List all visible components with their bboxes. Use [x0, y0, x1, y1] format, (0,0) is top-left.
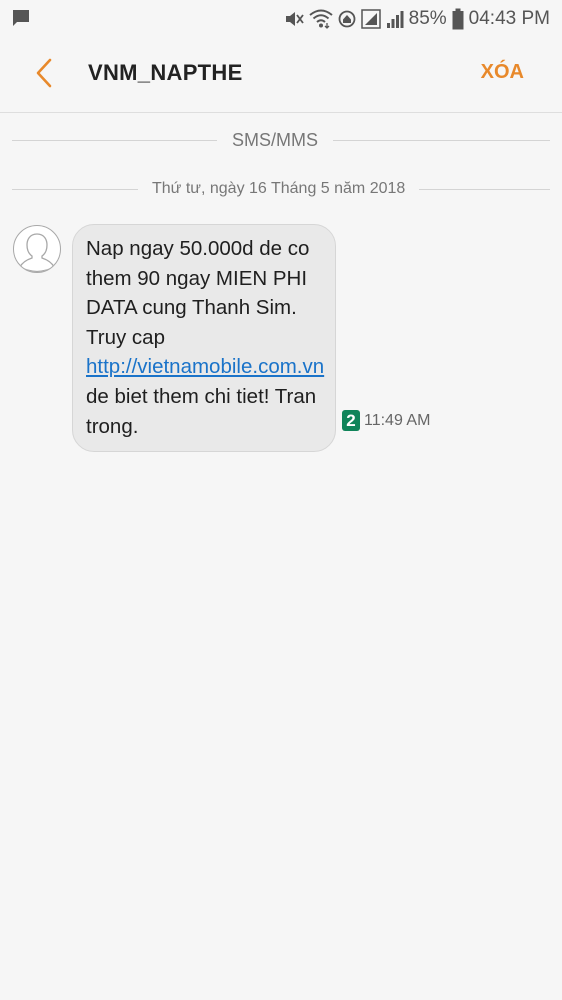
contact-title: VNM_NAPTHE — [88, 60, 243, 85]
status-bar: 85% 04:43 PM — [0, 0, 562, 38]
sim-slot-badge: 2 — [342, 410, 360, 431]
date-label: Thứ tư, ngày 16 Tháng 5 năm 2018 — [152, 180, 406, 197]
data-saver-icon — [338, 10, 356, 28]
signal-bars-icon — [386, 9, 404, 29]
mute-icon — [284, 10, 304, 28]
divider-line — [333, 140, 550, 141]
divider-line — [12, 140, 217, 141]
delete-button[interactable]: XÓA — [481, 61, 524, 84]
signal-icon — [360, 9, 381, 29]
message-meta: 2 11:49 AM — [342, 410, 430, 431]
sender-avatar[interactable] — [13, 225, 61, 273]
conversation-header: VNM_NAPTHE XÓA — [0, 38, 562, 113]
chevron-left-icon — [35, 58, 53, 92]
wifi-icon — [309, 9, 333, 29]
channel-label: SMS/MMS — [232, 130, 319, 150]
divider-line — [419, 188, 550, 190]
back-button[interactable] — [28, 58, 60, 92]
message-text: Nap ngay 50.000d de co them 90 ngay MIEN… — [86, 237, 310, 349]
messages-screen: 85% 04:43 PM VNM_NAPTHE XÓA SMS/MMS Thứ … — [0, 0, 562, 1000]
date-divider: Thứ tư, ngày 16 Tháng 5 năm 2018 — [0, 180, 562, 198]
channel-divider: SMS/MMS — [0, 130, 562, 151]
message-text-end: de biet them chi tiet! Tran trong. — [86, 384, 317, 438]
battery-percent: 85% — [408, 8, 447, 29]
message-bubble[interactable]: Nap ngay 50.000d de co them 90 ngay MIEN… — [72, 224, 336, 453]
status-icons: 85% 04:43 PM — [284, 0, 550, 38]
person-avatar-icon — [14, 233, 60, 272]
divider-line — [12, 188, 138, 190]
message-link[interactable]: http://vietnamobile.com.vn — [86, 355, 324, 378]
clock: 04:43 PM — [468, 8, 550, 29]
message-time: 11:49 AM — [364, 411, 431, 429]
message-notification-icon — [12, 9, 30, 27]
battery-icon — [452, 8, 464, 30]
